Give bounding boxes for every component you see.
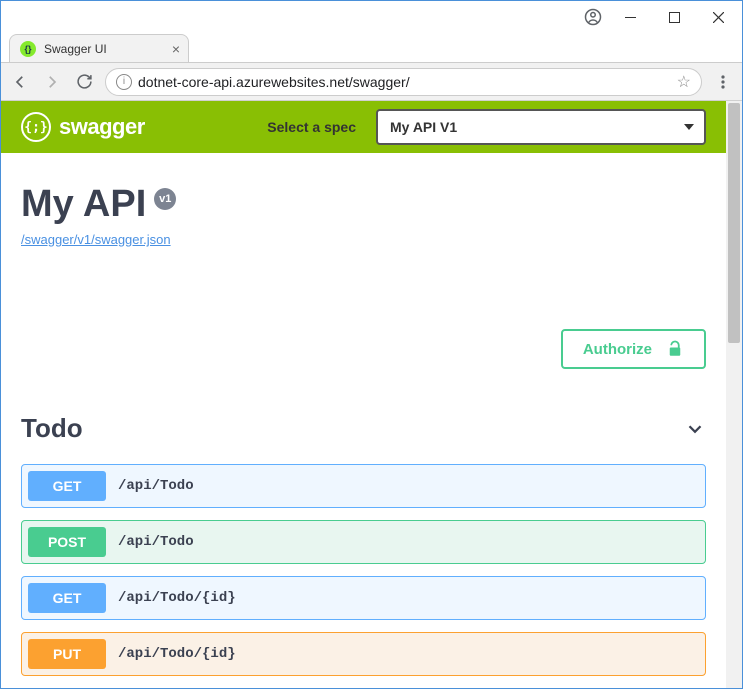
operation-path: /api/Todo	[118, 534, 194, 550]
swagger-favicon-icon: {}	[20, 41, 36, 57]
user-account-icon[interactable]	[578, 2, 608, 32]
address-bar[interactable]: i ☆	[105, 68, 702, 96]
operation-path: /api/Todo	[118, 478, 194, 494]
http-method-badge: GET	[28, 471, 106, 501]
tab-close-icon[interactable]: ×	[172, 42, 180, 56]
bookmark-star-icon[interactable]: ☆	[677, 72, 691, 92]
authorize-button[interactable]: Authorize	[561, 329, 706, 369]
chevron-down-icon	[684, 418, 706, 440]
operation-row[interactable]: GET /api/Todo	[21, 464, 706, 508]
back-button[interactable]	[9, 71, 31, 93]
operation-row[interactable]: GET /api/Todo/{id}	[21, 576, 706, 620]
spec-select[interactable]: My API V1	[376, 109, 706, 145]
window-minimize-button[interactable]	[608, 2, 652, 32]
http-method-badge: POST	[28, 527, 106, 557]
swagger-topbar: {;} swagger Select a spec My API V1	[1, 101, 726, 153]
scrollbar-thumb[interactable]	[728, 103, 740, 343]
authorize-label: Authorize	[583, 341, 652, 358]
operation-row[interactable]: POST /api/Todo	[21, 520, 706, 564]
window-titlebar	[1, 1, 742, 33]
url-input[interactable]	[138, 74, 671, 90]
browser-menu-button[interactable]	[712, 74, 734, 90]
window-maximize-button[interactable]	[652, 2, 696, 32]
swagger-logo-icon: {;}	[21, 112, 51, 142]
tag-section-header[interactable]: Todo	[21, 399, 706, 454]
scrollbar[interactable]	[726, 101, 742, 688]
browser-tabstrip: {} Swagger UI ×	[1, 33, 742, 63]
tab-title: Swagger UI	[44, 42, 164, 56]
browser-toolbar: i ☆	[1, 63, 742, 101]
site-info-icon[interactable]: i	[116, 74, 132, 90]
http-method-badge: PUT	[28, 639, 106, 669]
window-close-button[interactable]	[696, 2, 740, 32]
tag-name: Todo	[21, 413, 83, 444]
api-title: My API	[21, 183, 146, 226]
swagger-content: My API v1 /swagger/v1/swagger.json Autho…	[1, 153, 726, 688]
http-method-badge: GET	[28, 583, 106, 613]
operation-path: /api/Todo/{id}	[118, 590, 236, 606]
operations-list: GET /api/Todo POST /api/Todo GET /api/To…	[21, 464, 706, 676]
unlock-icon	[666, 340, 684, 358]
api-definition-link[interactable]: /swagger/v1/swagger.json	[21, 232, 171, 247]
page-viewport: {;} swagger Select a spec My API V1 My A…	[1, 101, 742, 688]
reload-button[interactable]	[73, 71, 95, 93]
swagger-logo-text: swagger	[59, 114, 145, 140]
browser-tab[interactable]: {} Swagger UI ×	[9, 34, 189, 62]
operation-path: /api/Todo/{id}	[118, 646, 236, 662]
operation-row[interactable]: PUT /api/Todo/{id}	[21, 632, 706, 676]
spec-select-label: Select a spec	[267, 119, 356, 135]
forward-button[interactable]	[41, 71, 63, 93]
api-version-badge: v1	[154, 188, 176, 210]
swagger-logo[interactable]: {;} swagger	[21, 112, 145, 142]
